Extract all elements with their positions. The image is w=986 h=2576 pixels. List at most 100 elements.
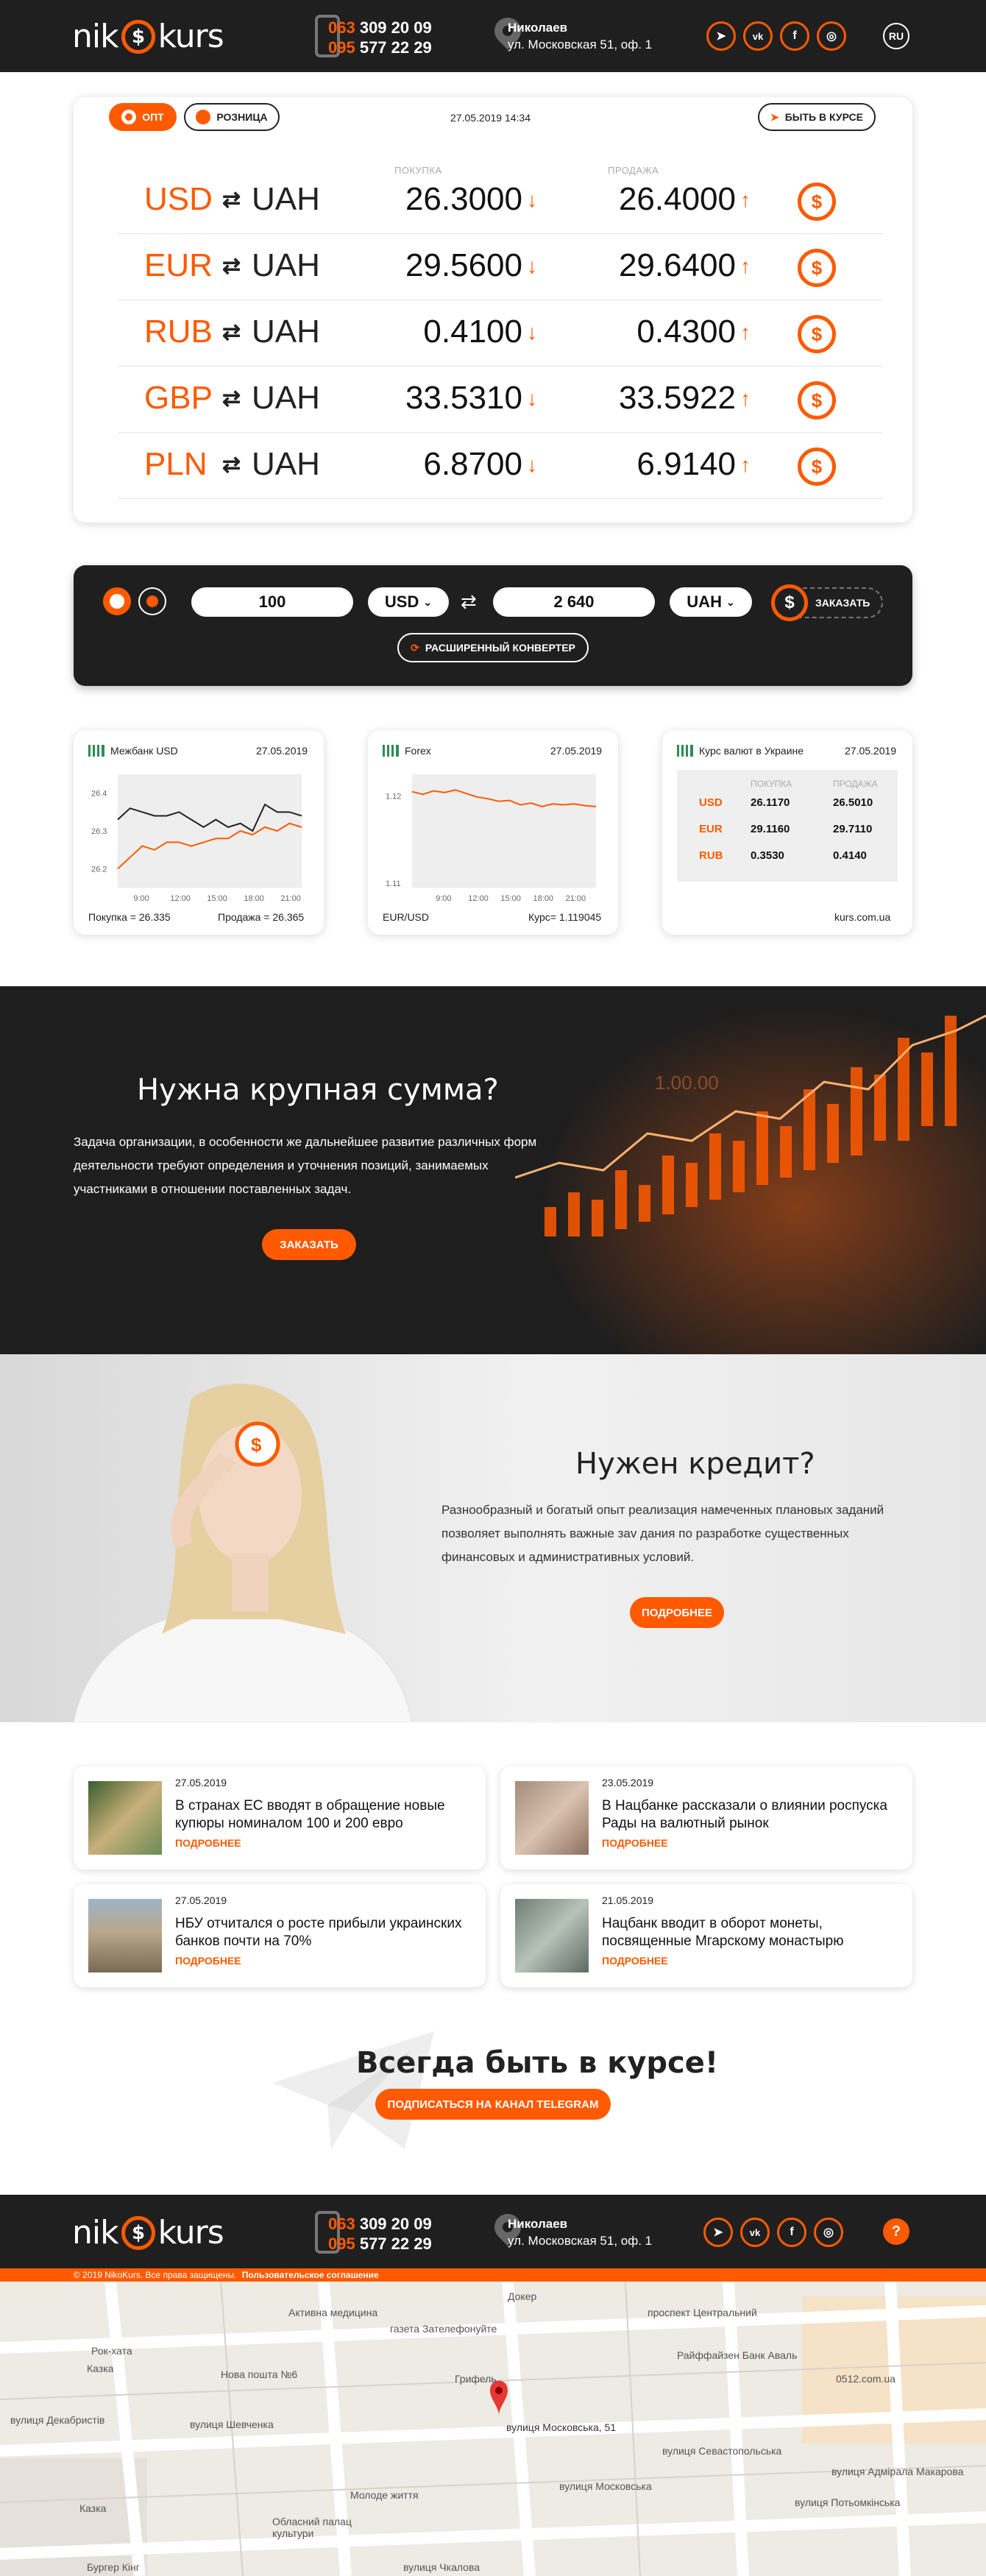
news-more-link[interactable]: ПОДРОБНЕЕ bbox=[602, 1837, 668, 1849]
news-date: 23.05.2019 bbox=[602, 1777, 654, 1788]
news-title[interactable]: НБУ отчитался о росте прибыли украинских… bbox=[175, 1915, 469, 1950]
kurs-cur: RUB bbox=[699, 849, 723, 862]
map-label: Молоде життя bbox=[350, 2489, 419, 2501]
currency-code: PLN bbox=[144, 446, 208, 482]
exchange-coin-icon[interactable]: $ bbox=[798, 249, 836, 287]
map-label: Бургер Кінг bbox=[87, 2561, 140, 2573]
up-arrow-icon: ↑ bbox=[740, 387, 751, 410]
y-tick-label: 1.11 bbox=[386, 880, 401, 888]
language-switch[interactable]: RU bbox=[883, 23, 909, 49]
swap-icon: ⇄ bbox=[222, 254, 241, 278]
buy-rate: 6.8700 bbox=[423, 446, 522, 482]
more-button[interactable]: ПОДРОБНЕЕ bbox=[630, 1597, 724, 1628]
telegram-title: Всегда быть в курсе! bbox=[356, 2046, 719, 2080]
telegram-icon[interactable]: ➤ bbox=[703, 2218, 733, 2247]
subscribe-button[interactable]: ➤ БЫТЬ В КУРСЕ bbox=[758, 103, 876, 131]
col-sell-header: ПРОДАЖА bbox=[833, 779, 878, 789]
map-label: вулиця Декабристів bbox=[10, 2414, 105, 2426]
widget-date: 27.05.2019 bbox=[256, 745, 308, 757]
rate-row: EUR ⇄ UAH 29.5600 ↓ 29.6400 ↑ $ bbox=[118, 234, 883, 300]
news-title[interactable]: Нацбанк вводит в оборот монеты, посвящен… bbox=[602, 1915, 896, 1950]
base-currency: UAH bbox=[252, 247, 320, 283]
x-tick-label: 9:00 bbox=[133, 894, 149, 903]
swap-icon: ⇄ bbox=[222, 453, 241, 477]
map-label: вулиця Потьомкінська bbox=[795, 2497, 901, 2508]
tab-retail[interactable]: РОЗНИЦА bbox=[184, 103, 280, 131]
telegram-subscribe-button[interactable]: ПОДПИСАТЬСЯ НА КАНАЛ TELEGRAM bbox=[375, 2089, 611, 2120]
currency-code: EUR bbox=[144, 247, 213, 283]
facebook-icon[interactable]: f bbox=[780, 21, 809, 51]
exchange-coin-icon[interactable]: $ bbox=[798, 447, 836, 486]
currency-code: GBP bbox=[144, 380, 213, 416]
x-tick-label: 15:00 bbox=[500, 894, 521, 903]
forex-widget: Forex 27.05.2019 1.12 1.11 9:00 12:00 15:00 1… bbox=[368, 730, 618, 935]
plot-area bbox=[118, 774, 302, 888]
vk-icon[interactable]: vk bbox=[740, 2218, 770, 2247]
news-title[interactable]: В странах ЕС вводят в обращение новые ку… bbox=[175, 1797, 469, 1833]
buy-rate: 29.5600 bbox=[405, 247, 522, 283]
to-currency-select[interactable]: UAH ⌄ bbox=[670, 587, 752, 617]
swap-icon[interactable]: ⇄ bbox=[461, 590, 477, 613]
phone-2[interactable]: 095 577 22 29 bbox=[328, 38, 432, 57]
tab-wholesale[interactable]: ОПТ bbox=[109, 103, 177, 131]
map-label: вулиця Шевченка bbox=[190, 2418, 274, 2430]
instagram-icon[interactable]: ◎ bbox=[814, 2218, 843, 2247]
x-tick-label: 15:00 bbox=[207, 894, 227, 903]
widget-rate: Курс= 1.119045 bbox=[528, 911, 602, 923]
kurs-buy: 29.1160 bbox=[751, 823, 790, 835]
telegram-icon[interactable]: ➤ bbox=[706, 21, 736, 51]
buy-rate: 0.4100 bbox=[423, 314, 522, 350]
from-currency-select[interactable]: USD ⌄ bbox=[368, 587, 449, 617]
bills-icon[interactable] bbox=[138, 587, 166, 615]
buy-rate: 26.3000 bbox=[405, 181, 522, 217]
base-currency: UAH bbox=[252, 446, 320, 482]
map[interactable]: Докер Активна медицина газета Зателефону… bbox=[0, 2282, 986, 2576]
address-city: Николаев bbox=[508, 2217, 568, 2231]
map-label: Райффайзен Банк Аваль bbox=[677, 2349, 798, 2361]
news-thumbnail bbox=[515, 1781, 589, 1855]
news-card[interactable]: 27.05.2019 НБУ отчитался о росте прибыли… bbox=[74, 1884, 486, 1987]
chart-icon bbox=[383, 745, 399, 757]
news-card[interactable]: 27.05.2019 В странах ЕС вводят в обращен… bbox=[74, 1766, 486, 1869]
col-buy-header: ПОКУПКА bbox=[751, 779, 792, 789]
refresh-icon: ⟳ bbox=[411, 641, 419, 654]
result-input[interactable]: 2 640 bbox=[493, 587, 655, 617]
news-card[interactable]: 23.05.2019 В Нацбанке рассказали о влиян… bbox=[500, 1766, 912, 1869]
chart-icon bbox=[88, 745, 104, 757]
news-card[interactable]: 21.05.2019 Нацбанк вводит в оборот монет… bbox=[500, 1884, 912, 1987]
buy-rate: 33.5310 bbox=[405, 380, 522, 416]
logo[interactable]: nik $ kurs bbox=[72, 2214, 224, 2251]
extended-converter-button[interactable]: ⟳ РАСШИРЕННЫЙ КОНВЕРТЕР bbox=[397, 633, 589, 662]
help-icon[interactable]: ? bbox=[883, 2218, 909, 2245]
vk-icon[interactable]: vk bbox=[743, 21, 773, 51]
widget-source-link[interactable]: kurs.com.ua bbox=[834, 911, 890, 923]
map-label: Грифель bbox=[455, 2373, 497, 2385]
address: Николаев ул. Московская 51, оф. 1 bbox=[508, 19, 652, 53]
up-arrow-icon: ↑ bbox=[740, 188, 751, 211]
news-more-link[interactable]: ПОДРОБНЕЕ bbox=[175, 1955, 241, 1967]
exchange-coin-icon[interactable]: $ bbox=[798, 381, 836, 420]
map-marker-label: вулиця Московська, 51 bbox=[506, 2421, 617, 2433]
base-currency: UAH bbox=[252, 181, 320, 217]
news-more-link[interactable]: ПОДРОБНЕЕ bbox=[602, 1955, 668, 1967]
user-agreement-link[interactable]: Пользовательское соглашение bbox=[242, 2270, 379, 2280]
news-more-link[interactable]: ПОДРОБНЕЕ bbox=[175, 1837, 241, 1849]
exchange-coin-icon[interactable]: $ bbox=[798, 315, 836, 353]
phone-2[interactable]: 095 577 22 29 bbox=[328, 2234, 432, 2254]
exchange-coin-icon[interactable]: $ bbox=[798, 183, 836, 221]
order-button[interactable]: $ ЗАКАЗАТЬ bbox=[771, 584, 883, 621]
woman-with-coin-photo: $ bbox=[73, 1384, 413, 1722]
x-tick-label: 18:00 bbox=[533, 894, 553, 903]
order-button[interactable]: ЗАКАЗАТЬ bbox=[262, 1229, 356, 1260]
logo-text-right: kurs bbox=[157, 18, 224, 55]
phone-1[interactable]: 063 309 20 09 bbox=[328, 18, 432, 38]
phone-1[interactable]: 063 309 20 09 bbox=[328, 2214, 432, 2234]
swap-icon: ⇄ bbox=[222, 386, 241, 411]
facebook-icon[interactable]: f bbox=[777, 2218, 806, 2247]
news-title[interactable]: В Нацбанке рассказали о влиянии роспуска… bbox=[602, 1797, 896, 1833]
address-city: Николаев bbox=[508, 21, 568, 35]
amount-input[interactable]: 100 bbox=[191, 587, 353, 617]
instagram-icon[interactable]: ◎ bbox=[817, 21, 846, 51]
logo[interactable]: nik $ kurs bbox=[72, 18, 224, 55]
coins-icon[interactable] bbox=[103, 587, 131, 615]
